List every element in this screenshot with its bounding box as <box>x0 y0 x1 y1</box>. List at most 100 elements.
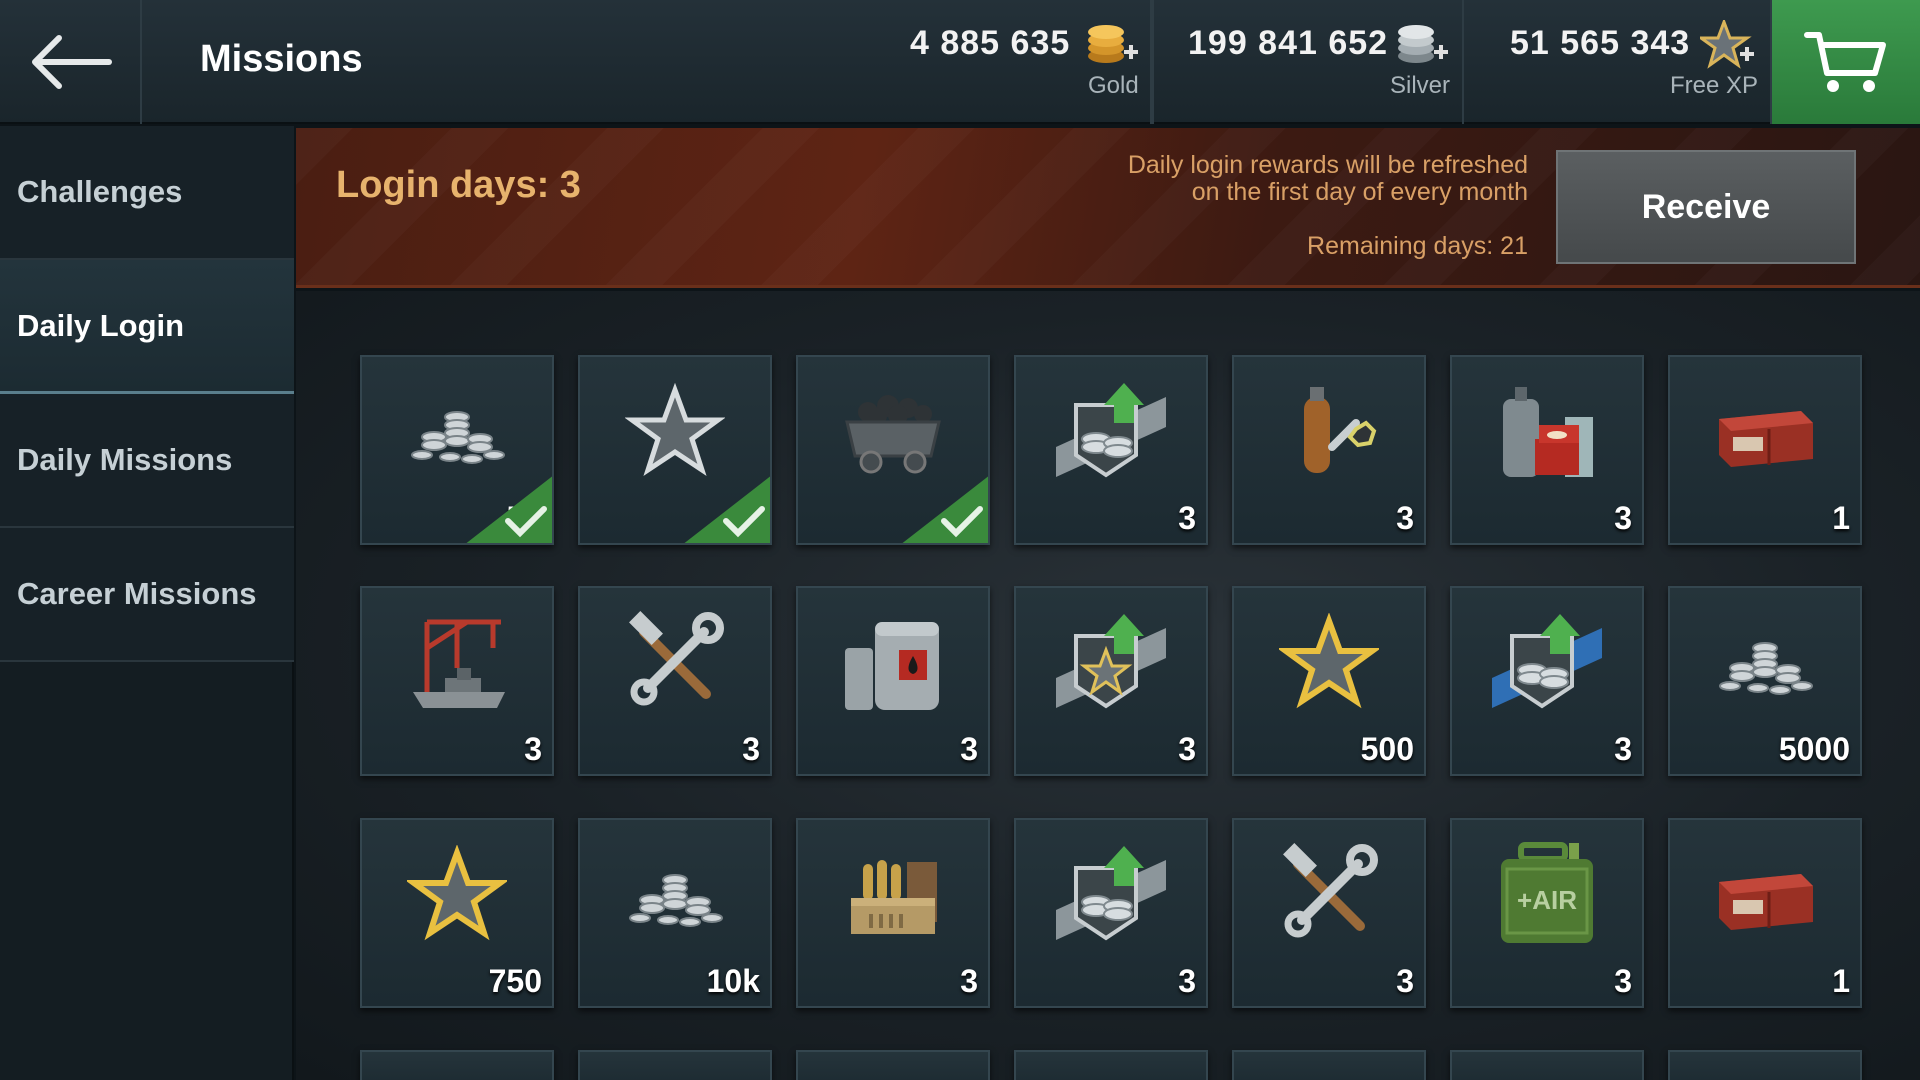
silver-coins-icon <box>1398 25 1448 63</box>
shop-cart-button[interactable] <box>1772 0 1920 124</box>
xp-booster-icon <box>1056 614 1166 709</box>
air-canister-label: +AIR <box>1517 885 1577 915</box>
reward-tile[interactable]: 3 <box>360 586 554 776</box>
receive-button[interactable]: Receive <box>1556 150 1856 264</box>
reward-tile[interactable]: 3 <box>1014 818 1208 1008</box>
silver-coins-icon <box>629 874 723 927</box>
sidebar-item-career-missions[interactable]: Career Missions <box>0 528 294 662</box>
reward-tile[interactable] <box>360 1050 554 1080</box>
reward-tile[interactable]: 3 <box>1014 586 1208 776</box>
reward-tile[interactable]: 3 <box>796 818 990 1008</box>
free-xp-star-icon <box>1700 20 1754 69</box>
sidebar-item-label: Daily Login <box>17 307 185 343</box>
hammer-wrench-icon <box>629 611 724 706</box>
reward-tile[interactable] <box>796 1050 990 1080</box>
claimed-check-icon <box>902 476 988 543</box>
ammo-crate-icon <box>851 860 937 934</box>
top-bar: Missions 4 885 635 Gold 199 841 652 Silv… <box>0 0 1920 124</box>
back-button[interactable] <box>0 0 142 124</box>
refresh-note: Daily login rewards will be refreshed on… <box>1008 152 1528 206</box>
reward-tile[interactable]: 1 <box>1668 355 1862 545</box>
reward-tile[interactable]: 500 <box>1232 586 1426 776</box>
reward-quantity: 750 <box>488 963 542 999</box>
login-days-counter: Login days: 3 <box>336 164 581 206</box>
reward-quantity: 500 <box>1360 731 1414 767</box>
gold-star-icon <box>407 845 507 941</box>
reward-tile[interactable] <box>796 355 990 545</box>
free-xp-balance[interactable]: 51 565 343 Free XP <box>1464 0 1772 124</box>
reward-tile[interactable]: 2 <box>578 355 772 545</box>
hammer-wrench-icon <box>1283 843 1378 938</box>
login-banner: Login days: 3 Daily login rewards will b… <box>296 128 1920 288</box>
reward-quantity: 3 <box>960 963 978 999</box>
reward-quantity: 3 <box>960 731 978 767</box>
claimed-check-icon <box>684 476 770 543</box>
reward-tile[interactable]: 3 <box>1450 355 1644 545</box>
reward-tile[interactable]: 5000 <box>1668 586 1862 776</box>
cart-icon <box>1804 32 1886 92</box>
silver-booster-blue-icon <box>1492 614 1602 709</box>
reward-quantity: 10k <box>706 963 760 999</box>
free-xp-star-icon <box>625 382 725 477</box>
sidebar-item-daily-login[interactable]: Daily Login <box>0 260 294 394</box>
reward-tile[interactable]: 1 <box>1668 818 1862 1008</box>
reward-tile[interactable]: 3 <box>1450 586 1644 776</box>
remaining-days: Remaining days: 21 <box>1307 232 1528 260</box>
reward-tile[interactable]: 3 <box>796 586 990 776</box>
silver-value: 199 841 652 <box>1188 24 1389 62</box>
gold-value: 4 885 635 <box>910 24 1071 62</box>
silver-booster-icon <box>1056 383 1166 478</box>
gold-balance[interactable]: 4 885 635 Gold <box>880 0 1152 124</box>
silver-booster-icon <box>1056 846 1166 941</box>
supply-crate-icon <box>1719 874 1813 930</box>
reward-quantity: 5000 <box>1778 731 1850 767</box>
reward-tile[interactable]: 50 <box>360 355 554 545</box>
sidebar-item-daily-missions[interactable]: Daily Missions <box>0 394 294 528</box>
gold-label: Gold <box>1088 72 1139 99</box>
reward-tile[interactable]: 3 <box>1232 818 1426 1008</box>
reward-quantity: 1 <box>1832 963 1850 999</box>
repair-kit-icon <box>1304 387 1377 473</box>
reward-quantity: 3 <box>1396 500 1414 536</box>
reward-tile[interactable] <box>1232 1050 1426 1080</box>
reward-tile[interactable] <box>1668 1050 1862 1080</box>
silver-label: Silver <box>1390 72 1451 99</box>
supply-crate-icon <box>1719 411 1813 467</box>
page-title: Missions <box>200 38 363 80</box>
reward-quantity: 3 <box>1396 963 1414 999</box>
reward-tile[interactable] <box>1014 1050 1208 1080</box>
gold-star-icon <box>1279 613 1379 709</box>
sidebar-item-label: Challenges <box>17 174 183 209</box>
reward-tile[interactable]: 3 <box>1014 355 1208 545</box>
silver-coins-icon <box>1719 642 1813 695</box>
reward-tile[interactable] <box>578 1050 772 1080</box>
reward-quantity: 3 <box>524 731 542 767</box>
reward-quantity: 3 <box>1614 500 1632 536</box>
reward-tile[interactable]: 750 <box>360 818 554 1008</box>
refresh-note-line: Daily login rewards will be refreshed <box>1127 151 1528 179</box>
reward-quantity: 3 <box>1178 500 1196 536</box>
shipyard-icon <box>413 619 505 708</box>
free-xp-value: 51 565 343 <box>1510 24 1691 62</box>
reward-tile[interactable] <box>1450 1050 1644 1080</box>
reward-tile[interactable]: 3 <box>578 586 772 776</box>
reward-quantity: 3 <box>1178 731 1196 767</box>
reward-tile[interactable]: 3 <box>1232 355 1426 545</box>
reward-quantity: 3 <box>1178 963 1196 999</box>
fuel-tank-icon <box>845 622 939 710</box>
sidebar-item-challenges[interactable]: Challenges <box>0 126 294 260</box>
back-arrow-icon <box>32 35 112 89</box>
reward-quantity: 3 <box>1614 731 1632 767</box>
claimed-check-icon <box>466 476 552 543</box>
silver-balance[interactable]: 199 841 652 Silver <box>1152 0 1464 124</box>
silver-coins-icon <box>411 411 505 464</box>
free-xp-label: Free XP <box>1670 72 1759 99</box>
reward-tile[interactable]: +AIR 3 <box>1450 818 1644 1008</box>
reward-grid: 50 2 3 <box>296 291 1920 1080</box>
missions-sidebar: Challenges Daily Login Daily Missions Ca… <box>0 126 294 1080</box>
reward-tile[interactable]: 10k <box>578 818 772 1008</box>
reward-quantity: 1 <box>1832 500 1850 536</box>
supply-pack-icon <box>1503 387 1593 477</box>
sidebar-item-label: Career Missions <box>17 576 257 611</box>
refresh-note-line: on the first day of every month <box>1191 178 1528 206</box>
